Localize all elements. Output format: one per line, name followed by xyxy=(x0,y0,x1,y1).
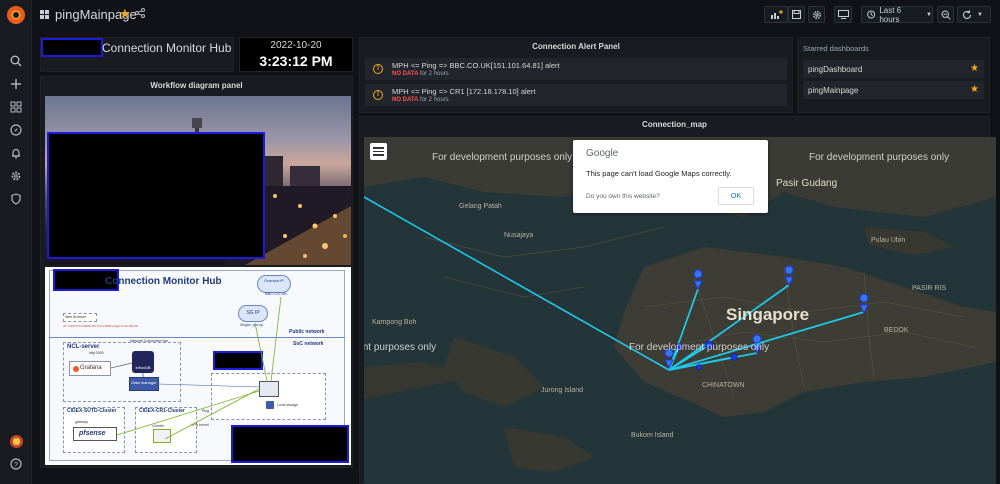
save-dashboard-button[interactable] xyxy=(788,6,805,23)
sidebar: ? xyxy=(0,0,32,484)
settings-gear-button[interactable] xyxy=(808,6,825,23)
warning-icon: ! xyxy=(373,64,383,74)
network-diagram: Connection Monitor Hub Oversea IP BBC.CO… xyxy=(45,267,351,465)
bell-icon[interactable] xyxy=(8,145,24,161)
svg-text:?: ? xyxy=(14,460,18,469)
avatar[interactable] xyxy=(8,433,24,449)
hub-title: Connection Monitor Hub xyxy=(102,41,232,55)
place-bedok: BEDOK xyxy=(884,327,909,334)
redacted-region xyxy=(231,425,349,463)
place-gelang-patah: Gelang Patah xyxy=(459,203,502,210)
time-range-picker[interactable]: Last 6 hours ▼ xyxy=(861,5,933,24)
starred-title: Starred dashboards xyxy=(803,44,869,53)
workflow-panel: Workflow diagram panel Connection Monito… xyxy=(40,76,353,468)
help-icon[interactable]: ? xyxy=(8,456,24,472)
maps-error-dialog: Google This page can't load Google Maps … xyxy=(573,140,768,213)
dev-watermark: For development purposes only xyxy=(432,152,573,163)
workflow-title: Workflow diagram panel xyxy=(150,81,243,90)
alert-panel: Connection Alert Panel ! MPH <= Ping => … xyxy=(359,37,793,113)
time-range-label: Last 6 hours xyxy=(879,5,902,24)
dev-watermark: For development purposes only xyxy=(809,152,950,163)
chevron-down-icon: ▼ xyxy=(926,11,932,18)
map-layers-menu-button[interactable] xyxy=(370,143,387,160)
clock-panel: 2022-10-20 3:23:12 PM xyxy=(239,37,353,72)
ok-button[interactable]: OK xyxy=(718,187,754,205)
hub-title-panel: Connection Monitor Hub xyxy=(40,37,234,72)
place-kampong-boh: Kampong Boh xyxy=(372,319,417,326)
shield-icon[interactable] xyxy=(8,191,24,207)
alert-panel-title: Connection Alert Panel xyxy=(532,42,620,51)
starred-item-label: pingDashboard xyxy=(808,65,863,74)
map-panel-title: Connection_map xyxy=(642,120,707,129)
place-singapore: Singapore xyxy=(726,305,810,324)
star-icon: ★ xyxy=(970,63,979,74)
clock-date: 2022-10-20 xyxy=(270,40,322,51)
star-icon: ★ xyxy=(970,84,979,95)
alert-row[interactable]: ! MPH <= Ping => CR1 [172.18.178.10] ale… xyxy=(365,84,787,106)
alert-since: for 2 hours xyxy=(420,71,449,77)
place-pulau-ubin: Pulau Ubin xyxy=(871,237,906,244)
city-photo xyxy=(45,96,351,265)
alert-state: NO DATA xyxy=(392,71,419,77)
place-bukom: Bukom Island xyxy=(631,432,674,439)
place-jurong-island: Jurong Island xyxy=(541,387,584,394)
clock-icon xyxy=(867,10,876,19)
search-icon[interactable] xyxy=(8,53,24,69)
alert-row[interactable]: ! MPH <= Ping => BBC.CO.UK[151.101.64.81… xyxy=(365,58,787,80)
starred-item[interactable]: pingDashboard ★ xyxy=(803,60,984,78)
place-pasir-gudang: Pasir Gudang xyxy=(776,178,838,189)
refresh-icon xyxy=(963,9,972,19)
starred-item-label: pingMainpage xyxy=(808,86,859,95)
favorite-star-icon[interactable]: ★ xyxy=(119,6,131,22)
own-website-link[interactable]: Do you own this website? xyxy=(586,193,660,200)
maps-error-message: This page can't load Google Maps correct… xyxy=(586,169,732,178)
tv-mode-button[interactable] xyxy=(834,6,852,23)
place-pasir-ris: PASIR RIS xyxy=(912,285,947,292)
dev-watermark: For development purposes only xyxy=(629,342,770,353)
clock-time: 3:23:12 PM xyxy=(259,53,333,69)
dashboards-grid-icon[interactable] xyxy=(8,99,24,115)
plus-icon[interactable] xyxy=(8,76,24,92)
compass-icon[interactable] xyxy=(8,122,24,138)
chevron-down-icon: ▼ xyxy=(977,11,983,18)
dashboard-grid-icon xyxy=(40,10,49,19)
place-nusajaya: Nusajaya xyxy=(504,232,534,239)
share-icon[interactable] xyxy=(135,8,145,21)
alert-name: MPH <= Ping => CR1 [172.18.178.10] alert xyxy=(392,87,536,96)
warning-icon: ! xyxy=(373,90,383,100)
dev-watermark: For development purposes only xyxy=(364,342,437,353)
redacted-region xyxy=(47,132,265,259)
google-brand: Google xyxy=(586,148,619,159)
starred-item[interactable]: pingMainpage ★ xyxy=(803,81,984,99)
zoom-out-button[interactable] xyxy=(937,6,954,23)
grafana-logo-icon[interactable] xyxy=(7,6,25,24)
place-chinatown: CHINATOWN xyxy=(702,382,745,389)
starred-dashboards-panel: Starred dashboards pingDashboard ★ pingM… xyxy=(797,37,990,113)
refresh-button[interactable]: ▼ xyxy=(957,6,991,23)
add-panel-button[interactable] xyxy=(764,6,788,23)
gear-icon[interactable] xyxy=(8,168,24,184)
redacted-logo xyxy=(41,38,103,57)
alert-name: MPH <= Ping => BBC.CO.UK[151.101.64.81] … xyxy=(392,61,560,70)
alert-state: NO DATA xyxy=(392,97,419,103)
alert-since: for 2 hours xyxy=(420,97,449,103)
